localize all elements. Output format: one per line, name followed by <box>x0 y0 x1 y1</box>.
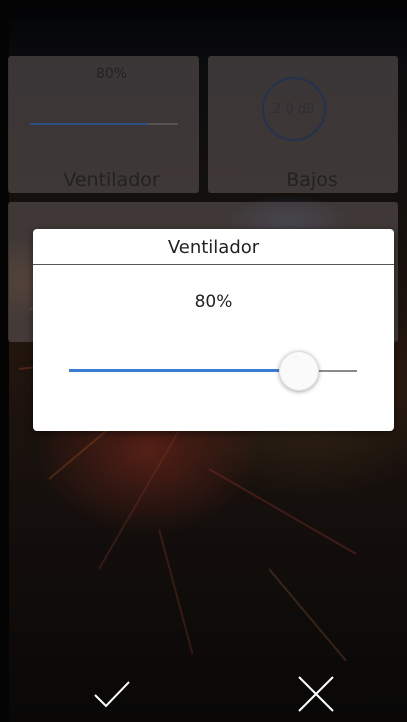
dialog-divider <box>33 264 394 265</box>
slider-fill <box>69 369 300 372</box>
fan-dialog: Ventilador 80% <box>33 229 394 431</box>
fan-slider[interactable] <box>69 351 357 391</box>
cancel-button[interactable] <box>294 672 338 716</box>
dialog-value: 80% <box>194 292 233 312</box>
confirm-button[interactable] <box>90 672 134 716</box>
dialog-title: Ventilador <box>167 237 260 258</box>
close-icon <box>298 676 334 712</box>
slider-thumb[interactable] <box>279 351 320 391</box>
checkmark-icon <box>94 681 130 708</box>
